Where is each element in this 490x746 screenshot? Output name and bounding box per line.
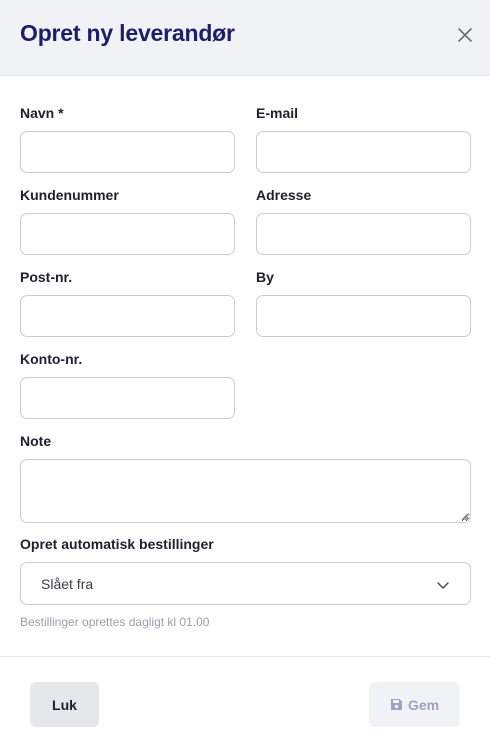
name-label: Navn * [20,105,64,121]
floppy-disk-icon [390,699,402,710]
note-label: Note [20,433,52,449]
auto-orders-selected-value: Slået fra [41,576,94,592]
modal-title: Opret ny leverandør [20,20,235,46]
close-modal-button[interactable]: Luk [30,682,99,727]
account-number-label: Konto-nr. [20,351,83,367]
customer-number-field[interactable] [20,213,235,255]
close-icon [458,28,472,42]
modal-header: Opret ny leverandør [0,0,490,76]
save-button-label: Gem [407,696,440,713]
footer-divider [0,656,490,657]
email-field[interactable] [256,131,471,173]
email-label: E-mail [256,105,299,121]
postal-code-field[interactable] [20,295,235,337]
close-button[interactable] [455,25,475,45]
address-field[interactable] [256,213,471,255]
note-field[interactable] [20,459,471,523]
auto-orders-select[interactable]: Slået fra [20,562,471,605]
auto-orders-help-text: Bestillinger oprettes dagligt kl 01.00 [20,615,210,629]
save-button[interactable]: Gem [369,682,460,727]
postal-code-label: Post-nr. [20,269,73,285]
city-field[interactable] [256,295,471,337]
chevron-down-icon [437,582,449,589]
account-number-field[interactable] [20,377,235,419]
address-label: Adresse [256,187,312,203]
customer-number-label: Kundenummer [20,187,119,203]
name-field[interactable] [20,131,235,173]
city-label: By [256,269,274,285]
auto-orders-label: Opret automatisk bestillinger [20,536,214,552]
